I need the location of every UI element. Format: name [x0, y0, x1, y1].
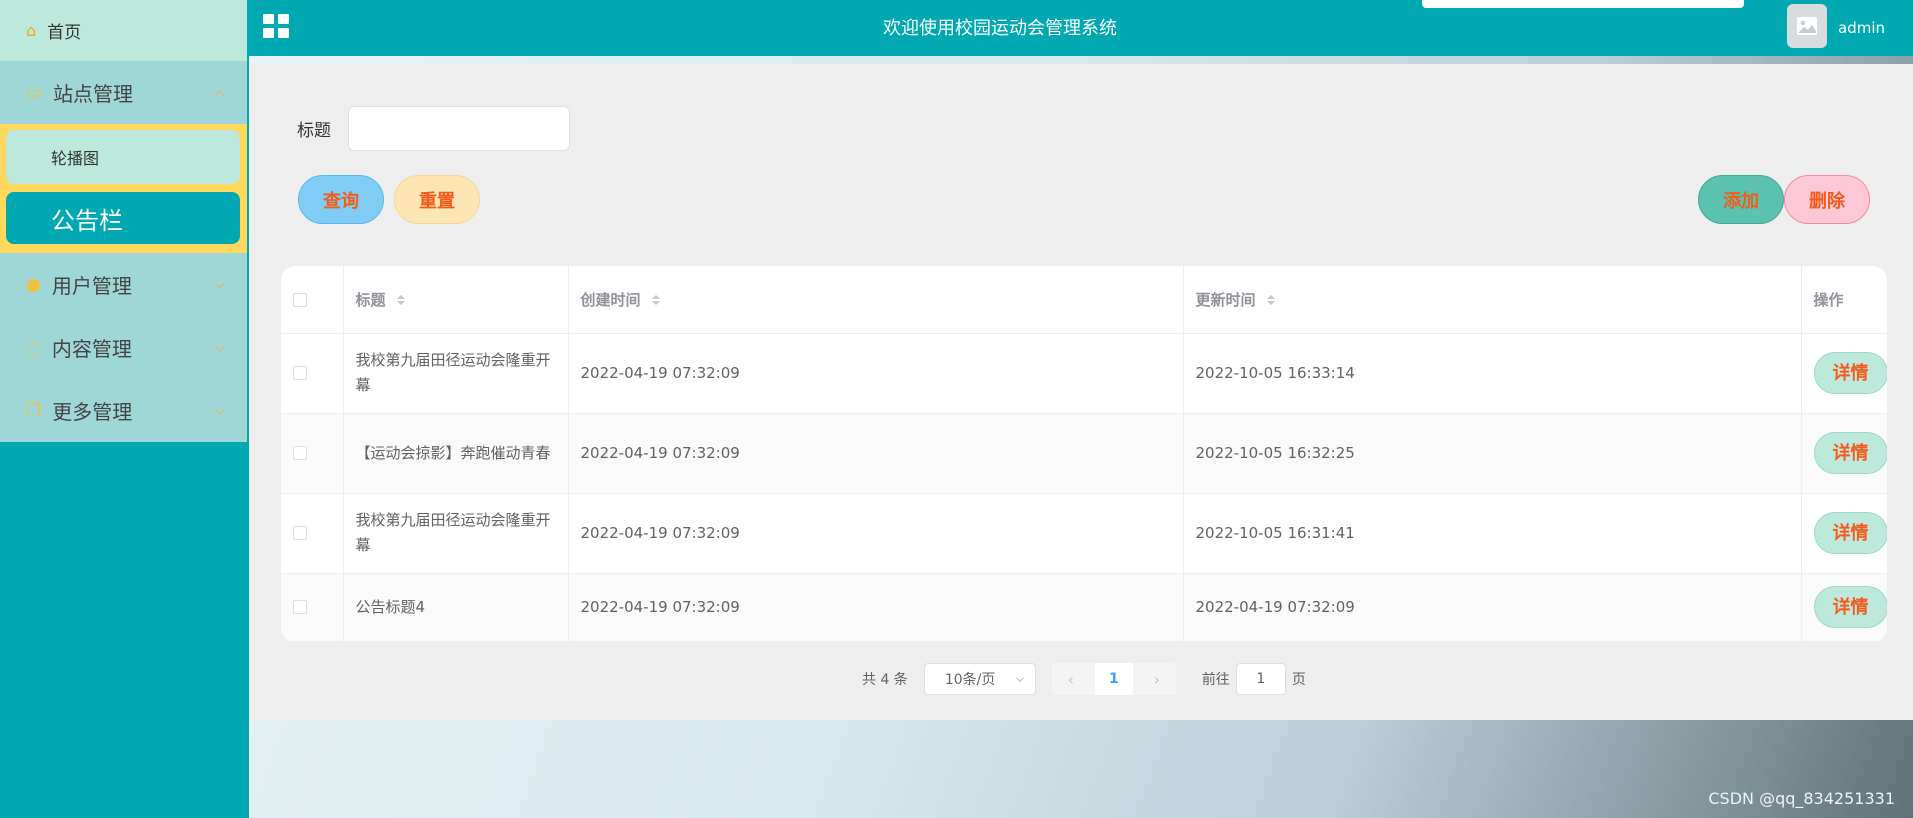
- sidebar-group-label: 内容管理: [51, 337, 132, 361]
- select-all-checkbox[interactable]: [293, 292, 307, 307]
- top-header: 欢迎使用校园运动会管理系统 admin: [247, 0, 1913, 56]
- reset-button[interactable]: 重置: [394, 175, 480, 224]
- add-button[interactable]: 添加: [1698, 175, 1784, 224]
- detail-button[interactable]: 详情: [1813, 432, 1887, 474]
- cell-title: 我校第九届田径运动会隆重开幕: [343, 333, 569, 414]
- avatar[interactable]: [1787, 4, 1827, 48]
- goto-label: 前往: [1201, 672, 1230, 688]
- column-header-updated[interactable]: 更新时间: [1183, 266, 1802, 334]
- cell-title: 我校第九届田径运动会隆重开幕: [343, 493, 569, 574]
- query-button[interactable]: 查询: [298, 175, 384, 224]
- content-panel: 标题 查询 重置 添加 删除 标题 创建时间 更新时间 操作 我校第九届田径运动…: [249, 64, 1913, 720]
- sidebar-item-home[interactable]: ⌂ 首页: [0, 0, 247, 61]
- username[interactable]: admin: [1838, 19, 1885, 37]
- sidebar: ⌂ 首页 ▭ 站点管理 轮播图 公告栏 ● 用户管理 ◌ 内容管理 ❐ 更多管理: [0, 0, 247, 818]
- detail-button[interactable]: 详情: [1813, 352, 1887, 394]
- column-header-created[interactable]: 创建时间: [568, 266, 1184, 334]
- sidebar-item-carousel[interactable]: 轮播图: [4, 128, 242, 186]
- watermark: CSDN @qq_834251331: [1708, 789, 1895, 808]
- table-row: 我校第九届田径运动会隆重开幕 2022-04-19 07:32:09 2022-…: [281, 493, 1887, 574]
- chevron-down-icon: [214, 341, 225, 352]
- title-search-input[interactable]: [348, 106, 570, 151]
- user-icon: ●: [26, 274, 41, 295]
- search-label: 标题: [297, 121, 331, 141]
- sidebar-group-label: 更多管理: [52, 400, 133, 424]
- cell-updated: 2022-10-05 16:33:14: [1183, 333, 1802, 414]
- sort-icon[interactable]: [651, 295, 660, 306]
- cell-updated: 2022-10-05 16:31:41: [1183, 493, 1802, 574]
- page-title: 欢迎使用校园运动会管理系统: [883, 18, 1117, 39]
- detail-button[interactable]: 详情: [1813, 586, 1887, 628]
- chevron-down-icon: [1015, 673, 1025, 683]
- chevron-up-icon: [214, 89, 225, 100]
- page-suffix-label: 页: [1291, 672, 1306, 688]
- sidebar-group-users[interactable]: ● 用户管理: [0, 253, 247, 316]
- sidebar-group-label: 用户管理: [51, 274, 132, 298]
- table-row: 我校第九届田径运动会隆重开幕 2022-04-19 07:32:09 2022-…: [281, 333, 1887, 414]
- table-row: 【运动会掠影】奔跑催动青春 2022-04-19 07:32:09 2022-1…: [281, 413, 1887, 494]
- row-checkbox[interactable]: [293, 600, 307, 614]
- cell-created: 2022-04-19 07:32:09: [568, 333, 1184, 414]
- chat-icon: ◌: [26, 337, 41, 358]
- sidebar-group-site[interactable]: ▭ 站点管理: [0, 61, 247, 124]
- row-checkbox[interactable]: [293, 446, 307, 460]
- next-page-button[interactable]: ›: [1138, 663, 1176, 695]
- sort-icon[interactable]: [396, 295, 405, 306]
- row-checkbox[interactable]: [293, 366, 307, 380]
- page-number-button[interactable]: 1: [1094, 663, 1133, 695]
- sidebar-group-more[interactable]: ❐ 更多管理: [0, 379, 247, 442]
- column-header-actions: 操作: [1801, 266, 1887, 334]
- table-header-row: 标题 创建时间 更新时间 操作: [281, 266, 1887, 334]
- cell-created: 2022-04-19 07:32:09: [568, 493, 1184, 574]
- delete-button[interactable]: 删除: [1784, 175, 1870, 224]
- copy-icon: ❐: [26, 400, 42, 421]
- cell-updated: 2022-10-05 16:32:25: [1183, 413, 1802, 494]
- cell-created: 2022-04-19 07:32:09: [568, 413, 1184, 494]
- detail-button[interactable]: 详情: [1813, 512, 1887, 554]
- monitor-icon: ▭: [26, 82, 43, 103]
- sidebar-submenu: 轮播图 公告栏: [0, 124, 247, 253]
- column-header-title[interactable]: 标题: [343, 266, 569, 334]
- sort-icon[interactable]: [1266, 295, 1275, 306]
- table-row: 公告标题4 2022-04-19 07:32:09 2022-04-19 07:…: [281, 573, 1887, 642]
- image-placeholder-icon: [1797, 17, 1817, 35]
- header-dropdown-panel: [1422, 0, 1744, 8]
- cell-created: 2022-04-19 07:32:09: [568, 573, 1184, 642]
- cell-title: 【运动会掠影】奔跑催动青春: [343, 413, 569, 494]
- sidebar-item-label: 首页: [47, 23, 82, 43]
- home-icon: ⌂: [26, 21, 37, 40]
- page-nav: ‹ 1 ›: [1051, 663, 1176, 695]
- total-count: 共 4 条: [862, 672, 908, 688]
- sidebar-item-notice[interactable]: 公告栏: [4, 190, 242, 246]
- goto-page-input[interactable]: [1235, 663, 1286, 695]
- page-size-select[interactable]: 10条/页: [923, 663, 1036, 695]
- sidebar-group-label: 站点管理: [53, 82, 134, 106]
- chevron-down-icon: [214, 404, 225, 415]
- sidebar-item-label: 轮播图: [51, 149, 100, 168]
- chevron-down-icon: [214, 278, 225, 289]
- cell-title: 公告标题4: [343, 573, 569, 642]
- row-checkbox[interactable]: [293, 526, 307, 540]
- page-size-value: 10条/页: [944, 672, 996, 688]
- pagination: 共 4 条 10条/页 ‹ 1 › 前往 页: [862, 663, 1306, 695]
- notice-table: 标题 创建时间 更新时间 操作 我校第九届田径运动会隆重开幕 2022-04-1…: [281, 266, 1887, 642]
- cell-updated: 2022-04-19 07:32:09: [1183, 573, 1802, 642]
- sidebar-group-content[interactable]: ◌ 内容管理: [0, 316, 247, 379]
- prev-page-button[interactable]: ‹: [1052, 663, 1090, 695]
- sidebar-item-label: 公告栏: [51, 206, 123, 235]
